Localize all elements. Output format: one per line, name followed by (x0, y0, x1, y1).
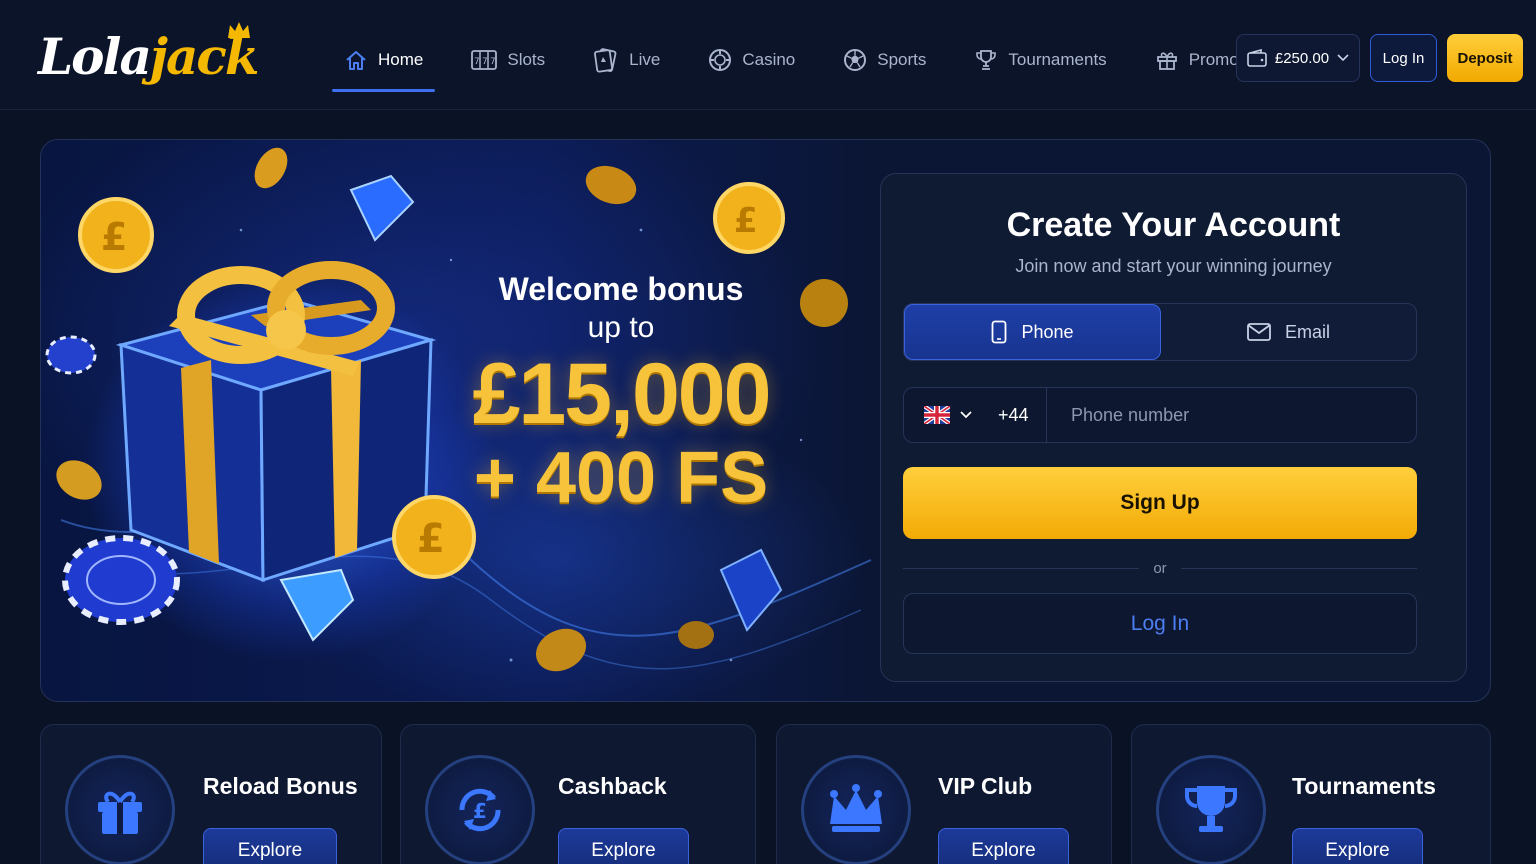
feature-icon-badge (65, 755, 175, 864)
uk-flag-icon (924, 406, 950, 424)
feature-title: VIP Club (938, 773, 1033, 799)
main-nav: Home 777 Slots Live Casino Sports Tourna… (332, 30, 1311, 92)
feature-card-tournaments: Tournaments Explore (1131, 724, 1491, 864)
crown-icon (830, 784, 882, 832)
svg-text:7: 7 (474, 57, 480, 67)
feature-icon-badge (801, 755, 911, 864)
gift-icon (98, 791, 142, 834)
balance-amount: £250.00 (1274, 49, 1330, 67)
signup-form: Create Your Account Join now and start y… (880, 173, 1467, 682)
feature-icon-badge (1156, 755, 1266, 864)
balance-dropdown[interactable]: £250.00 (1236, 34, 1360, 82)
explore-button[interactable]: Explore (203, 828, 337, 864)
tab-label: Phone (1021, 321, 1074, 342)
nav-label: Home (378, 50, 424, 69)
signup-method-tabs: Phone Email (903, 303, 1417, 361)
explore-button[interactable]: Explore (938, 828, 1069, 864)
svg-text:£: £ (101, 215, 127, 259)
free-spins: + 400 FS (473, 438, 769, 518)
nav-label: Casino (742, 50, 796, 69)
phone-number-input[interactable] (1047, 388, 1416, 442)
feature-title: Cashback (558, 773, 667, 799)
tab-label: Email (1284, 321, 1330, 342)
soccer-ball-icon (844, 49, 867, 71)
sign-up-button[interactable]: Sign Up (903, 467, 1417, 539)
svg-text:£: £ (734, 201, 758, 241)
gift-icon (1156, 52, 1177, 70)
top-bar: Lolajack Home 777 Slots Live Casino Spor… (0, 0, 1536, 110)
welcome-bonus-text: Welcome bonus up to £15,000 + 400 FS (441, 270, 801, 516)
hero-headline: Welcome bonus (498, 271, 744, 307)
country-code: +44 (998, 404, 1029, 425)
deposit-button[interactable]: Deposit (1447, 34, 1523, 82)
live-cards-icon (594, 48, 617, 73)
trophy-icon (1185, 786, 1237, 832)
tab-email[interactable]: Email (1161, 304, 1416, 360)
trophy-icon (976, 50, 997, 70)
crown-logo-icon (228, 22, 250, 38)
cashback-icon: £ (459, 788, 501, 832)
header-login-button[interactable]: Log In (1370, 34, 1437, 82)
divider-line (1180, 567, 1417, 569)
divider-text: or (1153, 559, 1167, 577)
explore-button[interactable]: Explore (1292, 828, 1423, 864)
nav-label: Live (629, 50, 661, 69)
svg-text:7: 7 (482, 57, 488, 67)
hero-banner: £ £ £ Welcome bonus up to £15,000 + 400 … (40, 139, 1491, 702)
feature-card-vip-club: VIP Club Explore (776, 724, 1112, 864)
or-divider: or (903, 557, 1417, 579)
nav-item-slots[interactable]: 777 Slots (459, 30, 557, 90)
form-subtitle: Join now and start your winning journey (1015, 256, 1332, 276)
feature-icon-badge: £ (425, 755, 535, 864)
hero-subheadline: up to (587, 311, 655, 344)
nav-label: Sports (877, 50, 927, 69)
feature-card-reload-bonus: Reload Bonus Explore (40, 724, 382, 864)
nav-item-home[interactable]: Home (332, 30, 436, 92)
feature-title: Tournaments (1292, 773, 1436, 799)
feature-title: Reload Bonus (203, 773, 358, 799)
bonus-amount: £15,000 (472, 346, 772, 442)
nav-label: Slots (507, 50, 546, 69)
nav-item-tournaments[interactable]: Tournaments (962, 30, 1118, 90)
form-login-button[interactable]: Log In (903, 593, 1417, 654)
tab-phone[interactable]: Phone (904, 304, 1161, 360)
nav-label: Tournaments (1008, 50, 1107, 69)
chevron-down-icon (1337, 54, 1349, 62)
svg-text:7: 7 (490, 57, 496, 67)
brand-logo[interactable]: Lolajack (38, 22, 259, 92)
casino-chip-icon (709, 49, 732, 71)
phone-field: +44 (903, 387, 1417, 443)
divider-line (903, 567, 1140, 569)
svg-text:£: £ (473, 799, 487, 823)
slots-icon: 777 (471, 50, 498, 70)
wallet-icon (1247, 49, 1267, 67)
nav-item-sports[interactable]: Sports (831, 30, 938, 90)
country-code-select[interactable]: +44 (904, 388, 1047, 442)
phone-icon (992, 320, 1007, 344)
home-icon (346, 51, 366, 70)
explore-button[interactable]: Explore (558, 828, 689, 864)
nav-item-casino[interactable]: Casino (696, 30, 807, 90)
feature-card-cashback: £ Cashback Explore (400, 724, 756, 864)
svg-text:£: £ (417, 516, 445, 562)
chevron-down-icon (960, 411, 972, 419)
mail-icon (1247, 323, 1271, 341)
form-title: Create Your Account (1006, 206, 1341, 244)
nav-item-live[interactable]: Live (581, 30, 672, 90)
